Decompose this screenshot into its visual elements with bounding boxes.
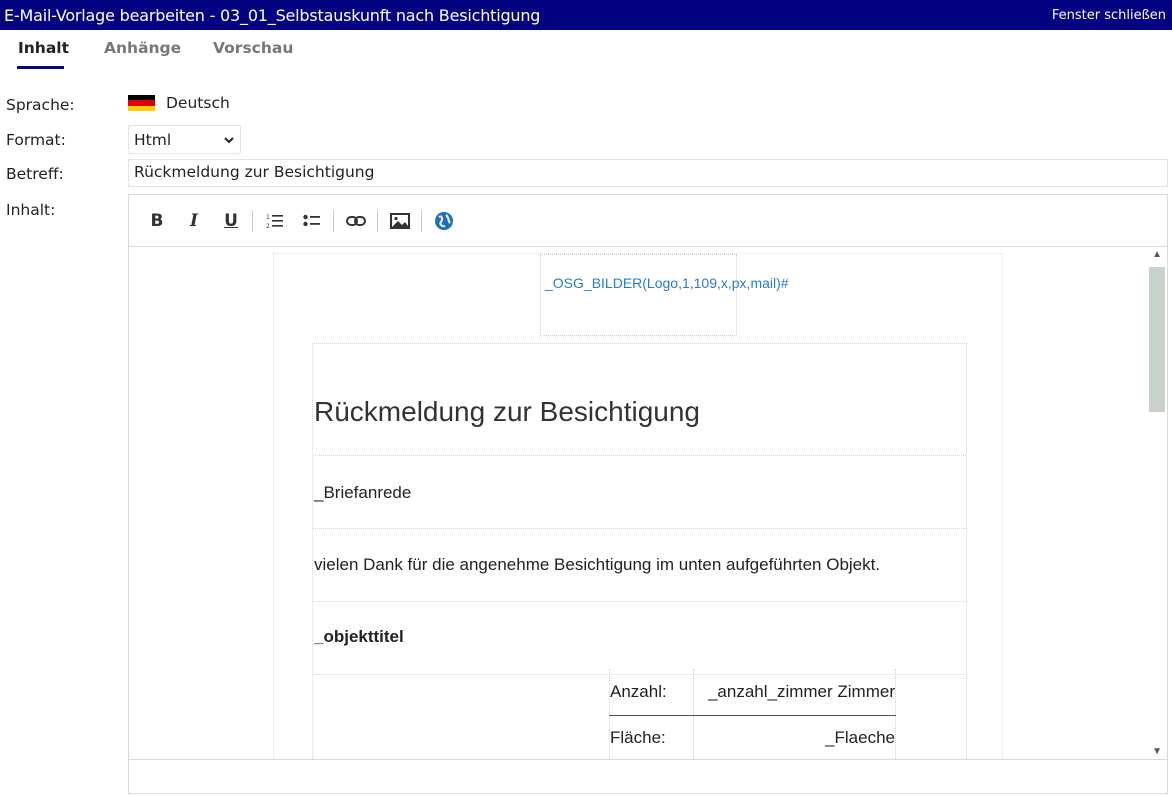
editor-scrollbar[interactable]: ▲ ▼ (1147, 247, 1167, 759)
table-row: Fläche: _Flaeche (609, 715, 896, 759)
editor-status-bar (129, 759, 1167, 793)
format-select[interactable]: Html (128, 125, 241, 154)
underline-button[interactable]: U (217, 207, 245, 235)
object-title-row: _objekttitel (313, 602, 966, 675)
scrollbar-thumb[interactable] (1149, 267, 1165, 412)
source-button[interactable] (430, 207, 458, 235)
editor-content-area[interactable]: _OSG_BILDER(Logo,1,109,x,px,mail)# Rückm… (129, 247, 1167, 759)
window-title: E-Mail-Vorlage bearbeiten - 03_01_Selbst… (4, 5, 541, 25)
svg-text:1: 1 (266, 214, 270, 221)
scroll-down-icon[interactable]: ▼ (1152, 746, 1162, 757)
italic-icon: I (190, 210, 198, 231)
table-cell-label: Fläche: (609, 715, 694, 759)
heading-row: Rückmeldung zur Besichtigung (313, 344, 966, 456)
email-heading: Rückmeldung zur Besichtigung (314, 396, 700, 427)
image-button[interactable] (386, 207, 414, 235)
table-cell-value: _Flaeche (693, 715, 896, 759)
ordered-list-icon: 1 2 (266, 214, 283, 229)
object-info-table: Anzahl: _anzahl_zimmer Zimmer Fläche: _F… (609, 669, 896, 759)
language-label: Sprache: (6, 96, 75, 114)
toolbar-divider (377, 209, 378, 232)
underline-icon: U (224, 210, 238, 231)
content-label: Inhalt: (6, 201, 56, 219)
editor-toolbar: B I U 1 2 (129, 195, 1167, 247)
tab-vorschau[interactable]: Vorschau (213, 39, 293, 57)
bullet-list-button[interactable] (298, 207, 326, 235)
bullet-list-icon (303, 214, 320, 226)
subject-input[interactable]: Rückmeldung zur Besichtigung (128, 159, 1168, 187)
salutation-text: _Briefanrede (314, 483, 412, 502)
tab-bar: Inhalt Anhänge Vorschau (0, 30, 1172, 72)
scroll-up-icon[interactable]: ▲ (1152, 249, 1162, 260)
ordered-list-button[interactable]: 1 2 (261, 207, 289, 235)
subject-label: Betreff: (6, 165, 64, 183)
globe-icon (435, 211, 453, 230)
logo-placeholder: _OSG_BILDER(Logo,1,109,x,px,mail)# (540, 254, 789, 336)
format-label: Format: (6, 131, 66, 149)
bold-icon: B (150, 210, 164, 231)
table-cell-label: Anzahl: (609, 669, 694, 716)
german-flag-icon (128, 94, 155, 112)
body-text: vielen Dank für die angenehme Besichtigu… (314, 555, 881, 574)
bold-button[interactable]: B (143, 207, 171, 235)
rich-text-editor: B I U 1 2 _OSG_BILDER(Logo,1,109,x,px,ma… (128, 194, 1168, 794)
toolbar-divider (252, 209, 253, 232)
language-selector[interactable]: Deutsch (128, 94, 230, 112)
chevron-down-icon (224, 136, 234, 143)
salutation-row: _Briefanrede (313, 456, 966, 529)
italic-button[interactable]: I (180, 207, 208, 235)
table-row: Anzahl: _anzahl_zimmer Zimmer (609, 669, 896, 716)
tab-inhalt[interactable]: Inhalt (18, 39, 69, 57)
tab-anhaenge[interactable]: Anhänge (104, 39, 181, 57)
language-value: Deutsch (166, 94, 230, 112)
toolbar-divider (421, 209, 422, 232)
object-title-text: _objekttitel (314, 627, 404, 646)
window-titlebar: E-Mail-Vorlage bearbeiten - 03_01_Selbst… (0, 0, 1172, 30)
svg-text:2: 2 (266, 223, 270, 229)
close-window-button[interactable]: Fenster schließen (1052, 8, 1166, 23)
link-button[interactable] (342, 207, 370, 235)
body-row: vielen Dank für die angenehme Besichtigu… (313, 529, 966, 602)
toolbar-divider (333, 209, 334, 232)
image-icon (390, 212, 410, 229)
table-cell-value: _anzahl_zimmer Zimmer (693, 669, 896, 716)
format-value: Html (134, 130, 172, 149)
active-tab-indicator (17, 66, 64, 69)
link-icon (346, 215, 366, 226)
